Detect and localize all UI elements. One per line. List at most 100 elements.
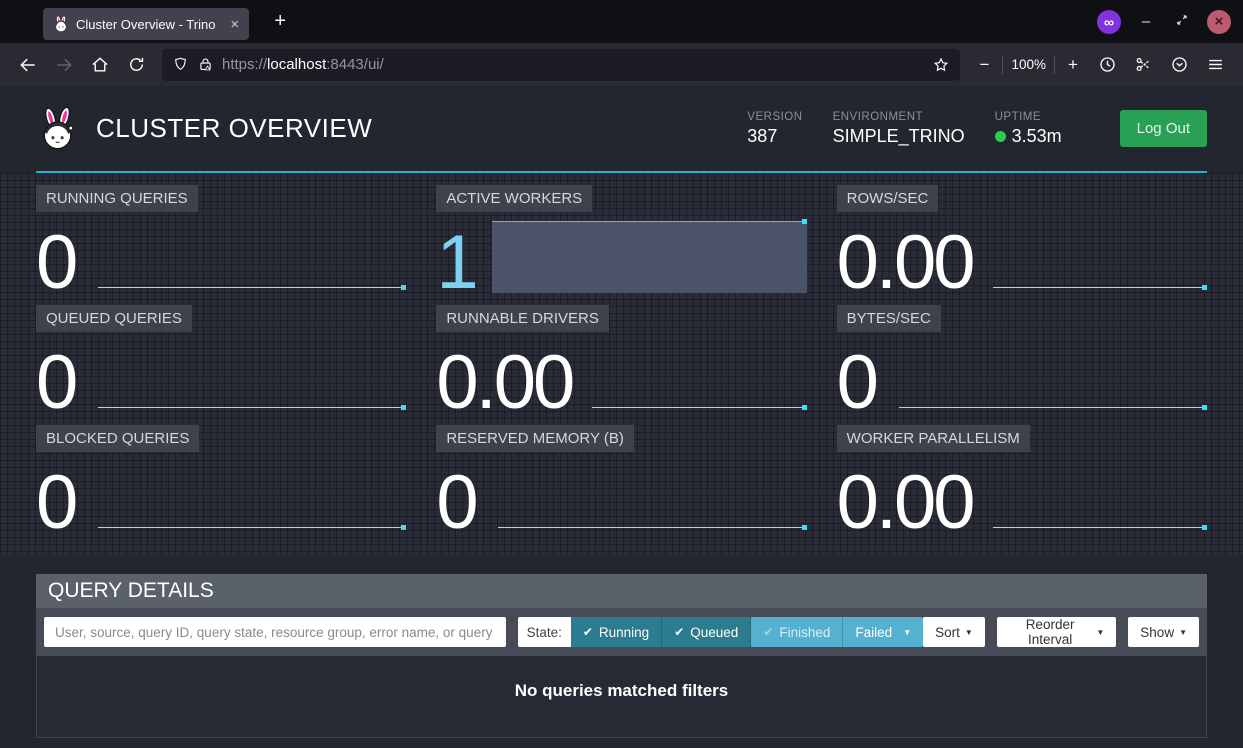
logout-button[interactable]: Log Out	[1120, 110, 1207, 147]
browser-window: Cluster Overview - Trino × + ∞ – ×	[0, 0, 1243, 748]
reload-button-icon[interactable]	[120, 50, 152, 80]
tab-close-icon[interactable]: ×	[230, 16, 239, 33]
window-close-button[interactable]: ×	[1207, 10, 1231, 34]
query-search-input[interactable]	[44, 617, 506, 647]
sparkline	[592, 407, 803, 408]
stat-value: 0	[36, 345, 75, 421]
home-button-icon[interactable]	[84, 50, 116, 80]
stat-row: BLOCKED QUERIES 0 RESERVED MEMORY (B) 0 …	[36, 425, 1207, 537]
stat-label: QUEUED QUERIES	[36, 305, 192, 332]
version-label: VERSION	[747, 111, 802, 123]
cluster-meta: VERSION 387 ENVIRONMENT SIMPLE_TRINO UPT…	[747, 110, 1207, 147]
stat-value: 0.00	[837, 465, 973, 541]
show-dropdown[interactable]: Show ▼	[1128, 617, 1199, 647]
bookmark-star-icon[interactable]	[932, 56, 950, 74]
query-details-panel: QUERY DETAILS State: ✔ Running ✔ Queued …	[36, 574, 1207, 738]
stat-row: QUEUED QUERIES 0 RUNNABLE DRIVERS 0.00 B…	[36, 305, 1207, 417]
stat-value: 0	[36, 225, 75, 301]
zoom-level[interactable]: 100%	[1011, 57, 1046, 72]
chevron-down-icon: ▼	[903, 628, 911, 637]
stat-card-worker-parallelism: WORKER PARALLELISM 0.00	[837, 425, 1207, 537]
stat-card-bytes-sec: BYTES/SEC 0	[837, 305, 1207, 417]
stat-label: RUNNING QUERIES	[36, 185, 198, 212]
private-browsing-icon: ∞	[1097, 10, 1121, 34]
sparkline	[993, 287, 1204, 288]
sparkline-area	[492, 221, 806, 293]
trino-logo-icon	[36, 106, 80, 152]
active-workers-link[interactable]: 1	[436, 225, 475, 301]
stat-card-reserved-memory: RESERVED MEMORY (B) 0	[436, 425, 806, 537]
lock-warning-icon[interactable]	[197, 56, 214, 73]
sparkline-dot	[401, 525, 406, 530]
environment-label: ENVIRONMENT	[833, 111, 965, 123]
sparkline-dot	[802, 219, 807, 224]
filter-queued-button[interactable]: ✔ Queued	[662, 617, 751, 647]
stat-label: ACTIVE WORKERS	[436, 185, 592, 212]
filter-finished-button[interactable]: ✔ Finished	[751, 617, 843, 647]
zoom-out-button[interactable]: −	[974, 55, 994, 75]
back-button-icon[interactable]	[12, 50, 44, 80]
stat-card-rows-sec: ROWS/SEC 0.00	[837, 185, 1207, 297]
stat-label: BLOCKED QUERIES	[36, 425, 199, 452]
browser-tab[interactable]: Cluster Overview - Trino ×	[43, 8, 249, 40]
page-title: CLUSTER OVERVIEW	[96, 113, 372, 144]
stat-value: 0	[837, 345, 876, 421]
browser-toolbar: https://localhost:8443/ui/ − 100% +	[0, 43, 1243, 86]
cluster-stats: RUNNING QUERIES 0 ACTIVE WORKERS 1 ROWS/…	[0, 173, 1243, 555]
history-clock-icon[interactable]	[1091, 50, 1123, 80]
stat-label: RESERVED MEMORY (B)	[436, 425, 634, 452]
stat-value: 0.00	[436, 345, 572, 421]
sparkline	[98, 287, 403, 288]
zoom-controls: − 100% +	[974, 55, 1083, 75]
stat-card-running-queries: RUNNING QUERIES 0	[36, 185, 406, 297]
zoom-in-button[interactable]: +	[1063, 55, 1083, 75]
forward-button-icon[interactable]	[48, 50, 80, 80]
uptime-block: UPTIME 3.53m	[995, 111, 1062, 147]
environment-value: SIMPLE_TRINO	[833, 126, 965, 147]
trino-page: CLUSTER OVERVIEW VERSION 387 ENVIRONMENT…	[0, 86, 1243, 748]
state-filter-label: State:	[518, 617, 571, 647]
reorder-interval-dropdown[interactable]: Reorder Interval ▼	[997, 617, 1117, 647]
window-minimize-button[interactable]: –	[1135, 13, 1157, 30]
stat-label: RUNNABLE DRIVERS	[436, 305, 609, 332]
shield-icon[interactable]	[172, 56, 189, 73]
version-value: 387	[747, 126, 802, 147]
uptime-value: 3.53m	[995, 126, 1062, 147]
version-block: VERSION 387	[747, 111, 802, 147]
check-icon: ✔	[674, 625, 684, 639]
query-details-title: QUERY DETAILS	[36, 574, 1207, 608]
stat-card-queued-queries: QUEUED QUERIES 0	[36, 305, 406, 417]
sparkline	[899, 407, 1204, 408]
app-header: CLUSTER OVERVIEW VERSION 387 ENVIRONMENT…	[36, 86, 1207, 173]
stat-card-runnable-drivers: RUNNABLE DRIVERS 0.00	[436, 305, 806, 417]
filter-running-button[interactable]: ✔ Running	[571, 617, 662, 647]
menu-hamburger-icon[interactable]	[1199, 50, 1231, 80]
pocket-icon[interactable]	[1163, 50, 1195, 80]
chevron-down-icon: ▼	[965, 628, 973, 637]
sort-dropdown[interactable]: Sort ▼	[923, 617, 985, 647]
environment-block: ENVIRONMENT SIMPLE_TRINO	[833, 111, 965, 147]
sparkline-dot	[401, 285, 406, 290]
stat-label: ROWS/SEC	[837, 185, 939, 212]
stat-label: BYTES/SEC	[837, 305, 941, 332]
browser-tab-bar: Cluster Overview - Trino × + ∞ – ×	[0, 0, 1243, 43]
stat-label: WORKER PARALLELISM	[837, 425, 1030, 452]
stat-value: 0	[436, 465, 475, 541]
filter-failed-dropdown[interactable]: Failed ▼	[843, 617, 923, 647]
chevron-down-icon: ▼	[1179, 628, 1187, 637]
window-controls: ∞ – ×	[1097, 10, 1243, 34]
chevron-down-icon: ▼	[1096, 628, 1104, 637]
empty-queries-message: No queries matched filters	[36, 656, 1207, 738]
sparkline	[498, 527, 803, 528]
url-bar[interactable]: https://localhost:8443/ui/	[162, 49, 960, 81]
screenshot-scissors-icon[interactable]	[1127, 50, 1159, 80]
window-restore-button[interactable]	[1171, 13, 1193, 31]
stat-card-active-workers: ACTIVE WORKERS 1	[436, 185, 806, 297]
sparkline-dot	[1202, 525, 1207, 530]
stat-card-blocked-queries: BLOCKED QUERIES 0	[36, 425, 406, 537]
tab-title: Cluster Overview - Trino	[76, 17, 215, 32]
sparkline	[98, 527, 403, 528]
new-tab-button[interactable]: +	[265, 10, 295, 33]
sparkline-dot	[802, 525, 807, 530]
check-icon: ✔	[583, 625, 593, 639]
